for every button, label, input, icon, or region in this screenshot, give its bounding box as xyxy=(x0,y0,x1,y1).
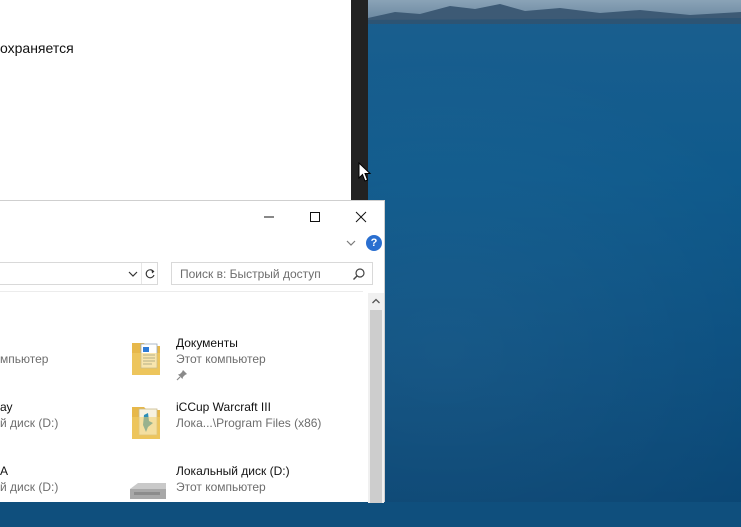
maximize-icon xyxy=(310,211,320,222)
minimize-icon xyxy=(264,216,274,217)
window-text: охраняется xyxy=(0,40,74,56)
documents-folder-icon xyxy=(132,343,160,375)
close-button[interactable] xyxy=(338,201,384,232)
help-icon[interactable]: ? xyxy=(366,235,382,251)
title-bar[interactable] xyxy=(0,201,384,232)
pin-icon xyxy=(176,370,187,381)
refresh-button[interactable] xyxy=(141,263,158,284)
list-item-iccup-warcraft[interactable]: iCCup Warcraft III Лока...\Program Files… xyxy=(122,399,362,463)
file-explorer-window[interactable]: ? мпьютер ау й диск (D:) A й диск (D:) xyxy=(0,200,385,503)
item-name: Документы xyxy=(176,336,238,350)
warcraft-folder-icon xyxy=(132,407,160,439)
search-input[interactable] xyxy=(172,263,344,284)
scroll-up-button[interactable] xyxy=(368,293,384,309)
minimize-button[interactable] xyxy=(246,201,292,232)
left-item-name[interactable]: A xyxy=(0,464,8,478)
expand-ribbon-icon[interactable] xyxy=(345,237,357,249)
local-disk-icon xyxy=(130,483,166,499)
quick-access-content: мпьютер ау й диск (D:) A й диск (D:) Док… xyxy=(0,293,368,503)
item-name: iCCup Warcraft III xyxy=(176,400,271,414)
item-name: Локальный диск (D:) xyxy=(176,464,290,478)
scroll-thumb[interactable] xyxy=(370,310,382,503)
left-item-name[interactable]: ау xyxy=(0,400,13,414)
item-location: Этот компьютер xyxy=(176,480,266,494)
ribbon-row: ? xyxy=(0,232,384,256)
list-item-local-disk-d[interactable]: Локальный диск (D:) Этот компьютер xyxy=(122,463,362,527)
divider xyxy=(0,291,363,292)
mouse-cursor-icon xyxy=(358,162,372,182)
search-box[interactable] xyxy=(171,262,373,285)
background-window[interactable]: охраняется xyxy=(0,0,351,200)
left-item-subtitle: й диск (D:) xyxy=(0,416,59,430)
refresh-icon xyxy=(145,268,155,278)
left-item-subtitle: мпьютер xyxy=(0,352,49,366)
left-item-subtitle: й диск (D:) xyxy=(0,480,59,494)
item-location: Этот компьютер xyxy=(176,352,266,366)
close-icon xyxy=(355,211,367,222)
chevron-down-icon[interactable] xyxy=(127,269,139,279)
vertical-scrollbar[interactable] xyxy=(368,293,384,503)
address-bar[interactable] xyxy=(0,262,158,285)
maximize-button[interactable] xyxy=(292,201,338,232)
chevron-up-icon xyxy=(372,298,380,304)
list-item-documents[interactable]: Документы Этот компьютер xyxy=(122,335,362,399)
search-icon[interactable] xyxy=(352,267,366,281)
item-location: Лока...\Program Files (x86) xyxy=(176,416,322,430)
